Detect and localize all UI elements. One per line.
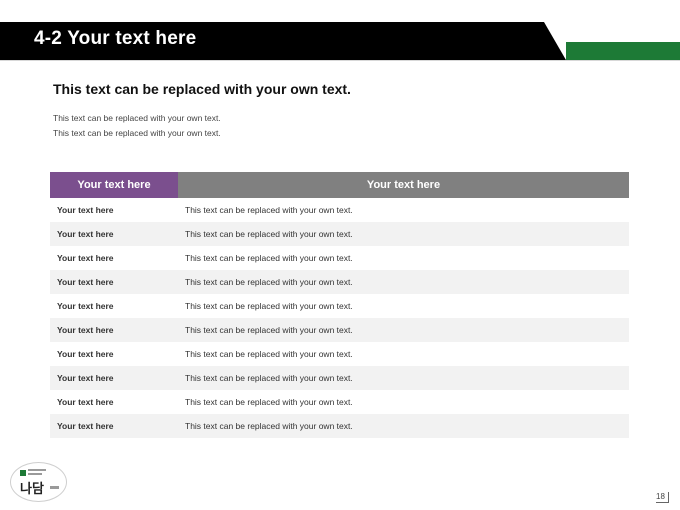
row-text: This text can be replaced with your own … (185, 397, 353, 407)
row-text: This text can be replaced with your own … (185, 301, 353, 311)
row-label: Your text here (57, 277, 114, 287)
slide: 4-2 Your text here This text can be repl… (0, 0, 680, 510)
row-text: This text can be replaced with your own … (185, 253, 353, 263)
row-text: This text can be replaced with your own … (185, 277, 353, 287)
header-accent-bar (566, 42, 680, 60)
table-header-cell: Your text here (178, 172, 629, 198)
table-row: Your text here This text can be replaced… (50, 342, 629, 366)
body-text-line: This text can be replaced with your own … (53, 113, 221, 123)
section-subtitle: This text can be replaced with your own … (53, 81, 351, 97)
row-text: This text can be replaced with your own … (185, 373, 353, 383)
logo-detail (50, 486, 59, 489)
company-logo: 나담 (10, 462, 67, 502)
logo-detail (28, 469, 46, 471)
logo-detail (28, 473, 42, 475)
row-label: Your text here (57, 373, 114, 383)
row-label: Your text here (57, 421, 114, 431)
table-row: Your text here This text can be replaced… (50, 246, 629, 270)
table-row: Your text here This text can be replaced… (50, 318, 629, 342)
table-row: Your text here This text can be replaced… (50, 366, 629, 390)
table-row: Your text here This text can be replaced… (50, 198, 629, 222)
row-text: This text can be replaced with your own … (185, 421, 353, 431)
header-divider (0, 60, 680, 61)
logo-text: 나담 (20, 482, 44, 497)
table-row: Your text here This text can be replaced… (50, 390, 629, 414)
content-table: Your text here Your text here Your text … (50, 172, 629, 438)
row-text: This text can be replaced with your own … (185, 325, 353, 335)
logo-mark-icon (20, 470, 26, 476)
table-header: Your text here Your text here (50, 172, 629, 198)
row-label: Your text here (57, 349, 114, 359)
row-label: Your text here (57, 253, 114, 263)
row-text: This text can be replaced with your own … (185, 229, 353, 239)
table-row: Your text here This text can be replaced… (50, 270, 629, 294)
row-text: This text can be replaced with your own … (185, 349, 353, 359)
row-text: This text can be replaced with your own … (185, 205, 353, 215)
page-title: 4-2 Your text here (34, 28, 197, 49)
row-label: Your text here (57, 325, 114, 335)
page-number: 18 (656, 492, 669, 503)
row-label: Your text here (57, 229, 114, 239)
row-label: Your text here (57, 301, 114, 311)
row-label: Your text here (57, 397, 114, 407)
table-row: Your text here This text can be replaced… (50, 294, 629, 318)
table-header-cell: Your text here (50, 172, 178, 198)
table-row: Your text here This text can be replaced… (50, 222, 629, 246)
table-row: Your text here This text can be replaced… (50, 414, 629, 438)
body-text-line: This text can be replaced with your own … (53, 128, 221, 138)
row-label: Your text here (57, 205, 114, 215)
